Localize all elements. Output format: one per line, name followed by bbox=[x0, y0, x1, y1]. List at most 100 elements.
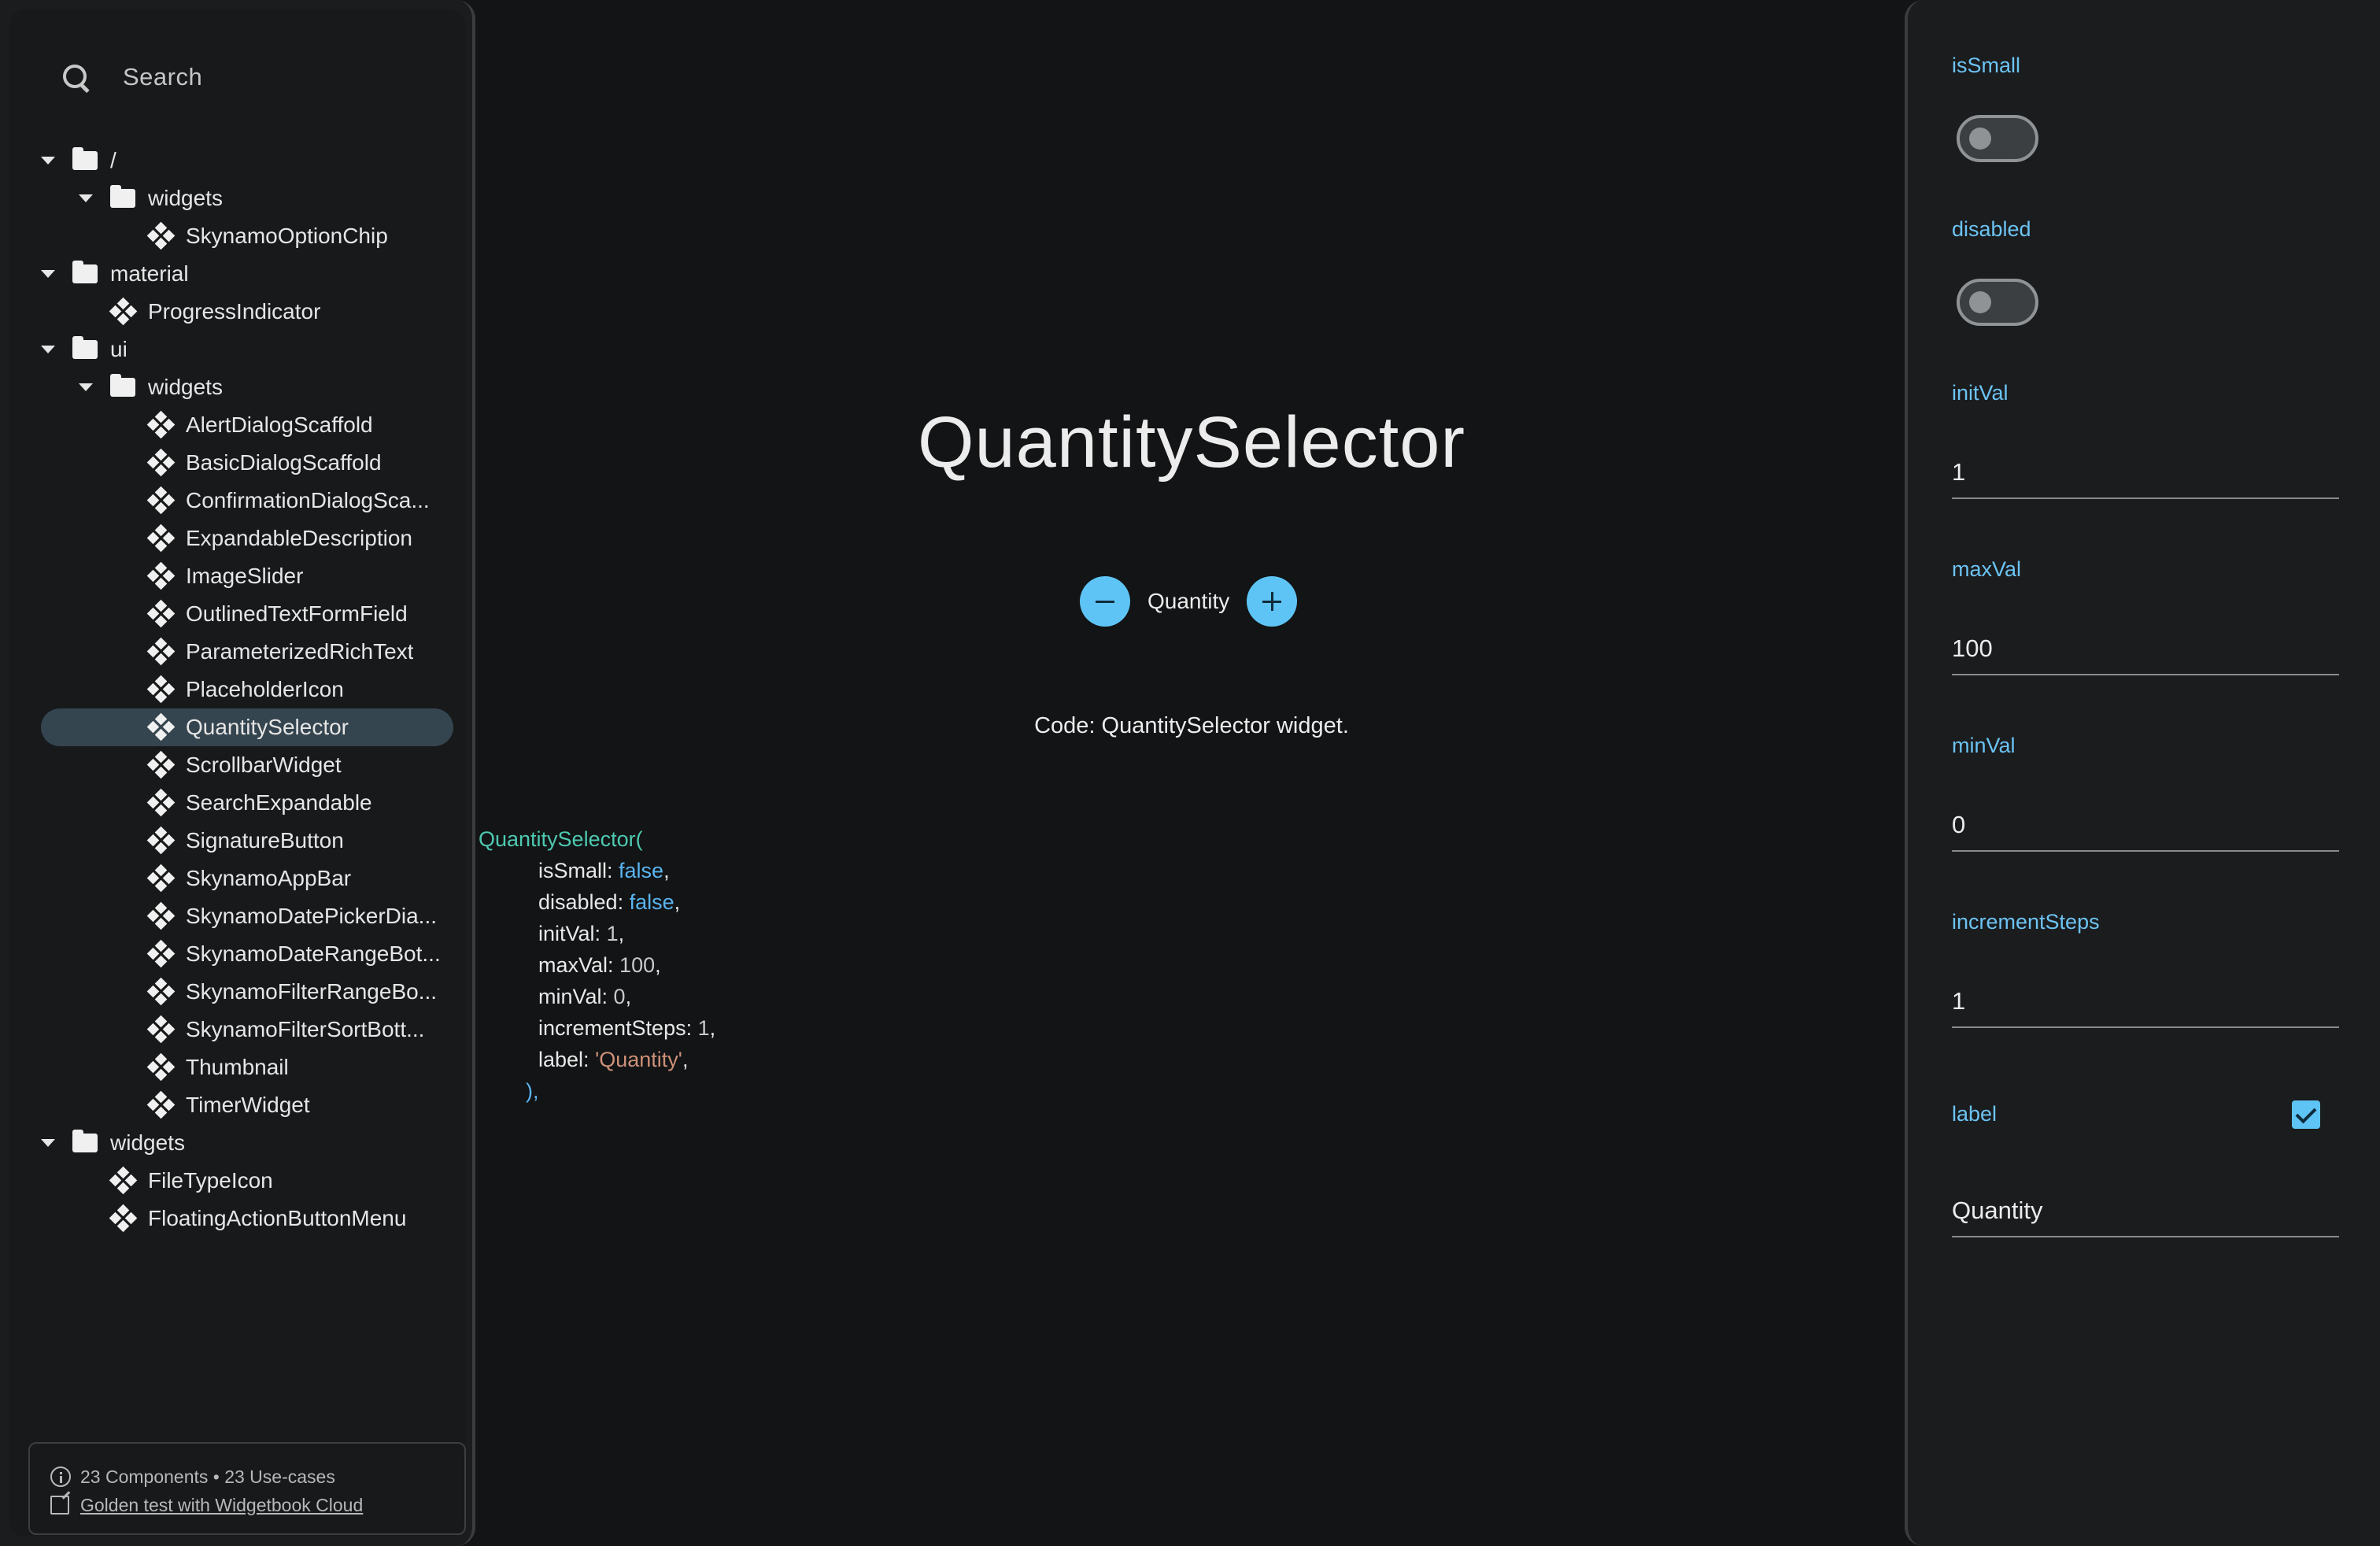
navigation-sidebar: Search / widgets SkynamoOptionChip material… bbox=[0, 0, 475, 1546]
tree-item-label: PlaceholderIcon bbox=[186, 677, 344, 701]
tree-item-label: SearchExpandable bbox=[186, 790, 372, 815]
issmall-toggle[interactable] bbox=[1957, 115, 2038, 162]
maxval-field[interactable]: 100 bbox=[1952, 628, 2339, 675]
tree-item-confirmationdialogsca-[interactable]: ConfirmationDialogSca... bbox=[41, 482, 453, 520]
widget-component-icon bbox=[146, 599, 176, 628]
tree-item-label: SkynamoFilterRangeBo... bbox=[186, 979, 438, 1004]
folder-icon bbox=[72, 147, 98, 170]
tree-folder-widgets[interactable]: widgets bbox=[41, 368, 453, 406]
widget-component-icon bbox=[146, 1090, 176, 1119]
tree-item-thumbnail[interactable]: Thumbnail bbox=[41, 1049, 453, 1086]
tree-folder-widgets[interactable]: widgets bbox=[41, 1124, 453, 1162]
search-bar[interactable]: Search bbox=[57, 54, 434, 101]
widget-component-icon bbox=[146, 826, 176, 855]
tree-item-skynamodaterangebot-[interactable]: SkynamoDateRangeBot... bbox=[41, 935, 453, 973]
tree-folder-ui[interactable]: ui bbox=[41, 331, 453, 368]
code-comma: , bbox=[655, 953, 661, 977]
tree-item-timerwidget[interactable]: TimerWidget bbox=[41, 1086, 453, 1124]
folder-icon bbox=[110, 185, 135, 208]
tree-folder-material[interactable]: material bbox=[41, 255, 453, 293]
tree-item-signaturebutton[interactable]: SignatureButton bbox=[41, 822, 453, 860]
widget-component-icon bbox=[146, 788, 176, 817]
widget-component-icon bbox=[109, 1166, 138, 1195]
incrementsteps-field[interactable]: 1 bbox=[1952, 981, 2339, 1028]
tree-item-label: material bbox=[110, 261, 189, 286]
code-key: disabled bbox=[538, 890, 618, 914]
component-count: 23 Components • 23 Use-cases bbox=[80, 1466, 335, 1487]
widget-component-icon bbox=[146, 675, 176, 704]
folder-icon bbox=[72, 261, 98, 283]
code-separator: : bbox=[608, 953, 620, 977]
chevron-down-icon[interactable] bbox=[79, 194, 93, 202]
knob-label-issmall: isSmall bbox=[1952, 54, 2021, 77]
chevron-down-icon[interactable] bbox=[41, 270, 55, 278]
tree-item-filetypeicon[interactable]: FileTypeIcon bbox=[41, 1162, 453, 1200]
knobs-panel: isSmall disabled initVal 1 maxVal 100 mi… bbox=[1905, 0, 2380, 1546]
label-field[interactable]: Quantity bbox=[1952, 1190, 2339, 1237]
tree-item-outlinedtextformfield[interactable]: OutlinedTextFormField bbox=[41, 595, 453, 633]
footer-stats-row: 23 Components • 23 Use-cases bbox=[50, 1463, 444, 1491]
tree-item-quantityselector[interactable]: QuantitySelector bbox=[41, 708, 453, 746]
tree-item-searchexpandable[interactable]: SearchExpandable bbox=[41, 784, 453, 822]
tree-item-label: OutlinedTextFormField bbox=[186, 601, 408, 626]
minval-field[interactable]: 0 bbox=[1952, 804, 2339, 852]
increment-button[interactable] bbox=[1247, 576, 1298, 627]
decrement-button[interactable] bbox=[1080, 576, 1130, 627]
tree-item-scrollbarwidget[interactable]: ScrollbarWidget bbox=[41, 746, 453, 784]
search-input[interactable]: Search bbox=[123, 63, 202, 91]
component-tree: / widgets SkynamoOptionChip material Progres… bbox=[41, 142, 453, 1237]
tree-item-basicdialogscaffold[interactable]: BasicDialogScaffold bbox=[41, 444, 453, 482]
tree-item-progressindicator[interactable]: ProgressIndicator bbox=[41, 293, 453, 331]
code-line: isSmall: false, bbox=[479, 855, 715, 886]
code-value: 1 bbox=[606, 922, 619, 945]
widget-component-icon bbox=[146, 939, 176, 968]
code-comma: , bbox=[674, 890, 681, 914]
widget-component-icon bbox=[146, 1052, 176, 1082]
code-key: isSmall bbox=[538, 859, 608, 882]
tree-item-skynamofilterrangebo-[interactable]: SkynamoFilterRangeBo... bbox=[41, 973, 453, 1011]
tree-item-skynamoappbar[interactable]: SkynamoAppBar bbox=[41, 860, 453, 897]
tree-item-label: BasicDialogScaffold bbox=[186, 450, 382, 475]
tree-item-skynamofiltersortbott-[interactable]: SkynamoFilterSortBott... bbox=[41, 1011, 453, 1049]
code-key: minVal bbox=[538, 985, 602, 1008]
tree-item-label: ScrollbarWidget bbox=[186, 753, 342, 777]
code-value: false bbox=[619, 859, 664, 882]
tree-folder-widgets[interactable]: widgets bbox=[41, 179, 453, 217]
preview-area: QuantitySelector Quantity Code: Quantity… bbox=[479, 0, 1905, 1546]
tree-item-label: FloatingActionButtonMenu bbox=[148, 1206, 407, 1230]
tree-item-imageslider[interactable]: ImageSlider bbox=[41, 557, 453, 595]
widget-component-icon bbox=[146, 864, 176, 893]
folder-icon bbox=[72, 1130, 98, 1152]
tree-item-parameterizedrichtext[interactable]: ParameterizedRichText bbox=[41, 633, 453, 671]
code-key: incrementSteps bbox=[538, 1016, 686, 1040]
chevron-down-icon[interactable] bbox=[41, 1139, 55, 1147]
widget-component-icon bbox=[146, 1015, 176, 1044]
code-key: label bbox=[538, 1048, 584, 1071]
code-line: label: 'Quantity', bbox=[479, 1044, 715, 1075]
tree-item-alertdialogscaffold[interactable]: AlertDialogScaffold bbox=[41, 406, 453, 444]
golden-test-link[interactable]: Golden test with Widgetbook Cloud bbox=[80, 1495, 363, 1516]
tree-item-placeholdericon[interactable]: PlaceholderIcon bbox=[41, 671, 453, 708]
chevron-down-icon[interactable] bbox=[79, 383, 93, 391]
chevron-down-icon[interactable] bbox=[41, 346, 55, 353]
golden-test-link-row[interactable]: Golden test with Widgetbook Cloud bbox=[50, 1491, 444, 1519]
tree-item-label: FileTypeIcon bbox=[148, 1168, 273, 1193]
widget-component-icon bbox=[146, 410, 176, 439]
tree-item-expandabledescription[interactable]: ExpandableDescription bbox=[41, 520, 453, 557]
code-comma: , bbox=[663, 859, 670, 882]
open-in-new-icon bbox=[50, 1496, 69, 1515]
code-value: false bbox=[629, 890, 674, 914]
initval-field[interactable]: 1 bbox=[1952, 452, 2339, 499]
tree-item-skynamodatepickerdia-[interactable]: SkynamoDatePickerDia... bbox=[41, 897, 453, 935]
tree-item-floatingactionbuttonmenu[interactable]: FloatingActionButtonMenu bbox=[41, 1200, 453, 1237]
tree-item-skynamooptionchip[interactable]: SkynamoOptionChip bbox=[41, 217, 453, 255]
chevron-down-icon[interactable] bbox=[41, 157, 55, 165]
disabled-toggle[interactable] bbox=[1957, 279, 2038, 326]
tree-folder--[interactable]: / bbox=[41, 142, 453, 179]
label-checkbox[interactable] bbox=[2292, 1100, 2320, 1129]
tree-item-label: ParameterizedRichText bbox=[186, 639, 414, 664]
widget-component-icon bbox=[146, 561, 176, 590]
code-key: maxVal bbox=[538, 953, 608, 977]
code-open-line: QuantitySelector( bbox=[479, 827, 643, 851]
code-close-line: ), bbox=[526, 1079, 539, 1103]
